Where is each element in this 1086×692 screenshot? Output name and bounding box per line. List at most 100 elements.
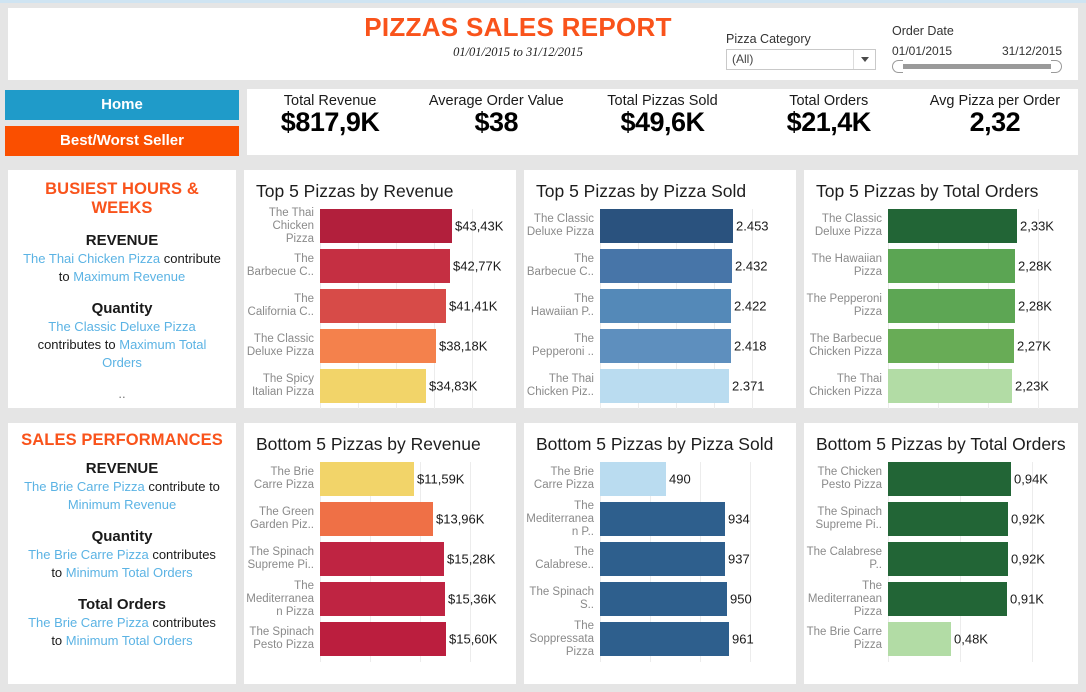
chevron-down-icon[interactable] (853, 50, 875, 69)
bar-row[interactable]: The Calabrese.. 937 (524, 542, 796, 576)
bar-zone: $15,36K (320, 582, 516, 616)
bar-zone: $11,59K (320, 462, 516, 496)
bar[interactable] (888, 502, 1008, 536)
bar-zone: $34,83K (320, 369, 516, 403)
bar-category-label: The Calabrese P.. (806, 546, 882, 571)
bar[interactable] (320, 289, 446, 323)
bar-row[interactable]: The Chicken Pesto Pizza 0,94K (804, 462, 1078, 496)
bar[interactable] (320, 502, 433, 536)
bar-row[interactable]: The Thai Chicken Piz.. 2.371 (524, 369, 796, 403)
bar-row[interactable]: The Spinach Supreme Pi.. 0,92K (804, 502, 1078, 536)
bar[interactable] (600, 209, 733, 243)
bar-row[interactable]: The Mediterranean Pizza 0,91K (804, 579, 1078, 618)
bar-category-label: The Classic Deluxe Pizza (246, 333, 314, 358)
bar-row[interactable]: The Classic Deluxe Pizza $38,18K (244, 329, 516, 363)
bar-row[interactable]: The Spinach Supreme Pi.. $15,28K (244, 542, 516, 576)
bar[interactable] (320, 369, 426, 403)
bar-zone: $15,60K (320, 622, 516, 656)
sales-revenue-item: The Brie Carre Pizza (24, 479, 145, 494)
bar-row[interactable]: The Pepperoni .. 2.418 (524, 329, 796, 363)
bar[interactable] (600, 462, 666, 496)
bar-category-label: The Mediterranean Pizza (807, 579, 882, 618)
bar-row[interactable]: The Brie Carre Pizza 0,48K (804, 622, 1078, 656)
bar-category-label: The Soppressata Pizza (529, 619, 594, 658)
bar-value-label: $15,28K (447, 551, 496, 567)
bar-category-label: The Thai Chicken Pizza (268, 206, 314, 245)
slider-handle-right[interactable] (1051, 60, 1062, 73)
bar[interactable] (600, 329, 731, 363)
bar-category-label: The Chicken Pesto Pizza (817, 466, 882, 491)
bar-category-label: The Pepperoni Pizza (806, 293, 882, 318)
bar-row[interactable]: The Hawaiian Pizza 2,28K (804, 249, 1078, 283)
bar-row[interactable]: The Barbecue C.. $42,77K (244, 249, 516, 283)
bar-category-label: The Barbecue Chicken Pizza (809, 333, 882, 358)
bar-row[interactable]: The Barbecue Chicken Pizza 2,27K (804, 329, 1078, 363)
bar-row[interactable]: The California C.. $41,41K (244, 289, 516, 323)
bar[interactable] (320, 462, 414, 496)
bar[interactable] (888, 329, 1014, 363)
bar[interactable] (600, 289, 731, 323)
bar-row[interactable]: The Calabrese P.. 0,92K (804, 542, 1078, 576)
bar-rows: The Chicken Pesto Pizza 0,94K The Spinach … (804, 462, 1078, 662)
bar[interactable] (600, 249, 732, 283)
bar[interactable] (888, 542, 1008, 576)
bar-row[interactable]: The Brie Carre Pizza 490 (524, 462, 796, 496)
pizza-category-value: (All) (732, 52, 754, 66)
bar-row[interactable]: The Thai Chicken Pizza $43,43K (244, 206, 516, 245)
bar-category-label: The Barbecue C.. (246, 253, 314, 278)
bar-row[interactable]: The Mediterranean P.. 934 (524, 500, 796, 538)
kpi-value: $817,9K (280, 107, 380, 137)
bar[interactable] (888, 289, 1015, 323)
bar[interactable] (888, 622, 951, 656)
bar-row[interactable]: The Classic Deluxe Pizza 2.453 (524, 209, 796, 243)
bar-zone: $38,18K (320, 329, 516, 363)
bar-zone: 2,33K (888, 209, 1078, 243)
bar[interactable] (888, 369, 1012, 403)
bar[interactable] (888, 249, 1015, 283)
nav-button-home[interactable]: Home (5, 90, 239, 120)
bar[interactable] (888, 462, 1011, 496)
busiest-heading: BUSIEST HOURS & WEEKS (45, 180, 199, 217)
bar-row[interactable]: The Pepperoni Pizza 2,28K (804, 289, 1078, 323)
bar-row[interactable]: The Barbecue C.. 2.432 (524, 249, 796, 283)
slider-track[interactable] (900, 64, 1054, 69)
pizza-category-select[interactable]: (All) (726, 49, 876, 70)
bar[interactable] (320, 209, 452, 243)
bar[interactable] (600, 622, 729, 656)
order-date-range-slider[interactable] (892, 60, 1062, 74)
bar-row[interactable]: The Classic Deluxe Pizza 2,33K (804, 209, 1078, 243)
bar-row[interactable]: The Green Garden Piz.. $13,96K (244, 502, 516, 536)
bar[interactable] (320, 329, 436, 363)
chart-card-bottom-pizzas-by-total-orders: Bottom 5 Pizzas by Total Orders The Chick… (804, 423, 1078, 684)
bar-row[interactable]: The Spicy Italian Pizza $34,83K (244, 369, 516, 403)
bar-row[interactable]: The Soppressata Pizza 961 (524, 619, 796, 658)
bar[interactable] (320, 249, 450, 283)
bar-value-label: 0,94K (1014, 471, 1048, 487)
bar[interactable] (888, 209, 1017, 243)
bar-value-label: $41,41K (449, 298, 498, 314)
bar[interactable] (600, 542, 725, 576)
bar[interactable] (600, 369, 729, 403)
bar[interactable] (888, 582, 1007, 616)
bar-row[interactable]: The Mediterranean Pizza $15,36K (244, 580, 516, 618)
chart-card-top-pizzas-by-pizza-sold: Top 5 Pizzas by Pizza Sold The Classic De… (524, 170, 796, 409)
sales-heading: SALES PERFORMANCES (21, 431, 223, 449)
bar[interactable] (600, 582, 727, 616)
bar-row[interactable]: The Spinach Pesto Pizza $15,60K (244, 622, 516, 656)
sales-quantity-label: Quantity (91, 528, 153, 545)
bar-row[interactable]: The Hawaiian P.. 2.422 (524, 289, 796, 323)
bar-row[interactable]: The Thai Chicken Pizza 2,23K (804, 369, 1078, 403)
bar[interactable] (600, 502, 725, 536)
nav-button-best-worst-seller[interactable]: Best/Worst Seller (5, 126, 239, 156)
bar[interactable] (320, 622, 446, 656)
bar[interactable] (320, 582, 445, 616)
bar[interactable] (320, 542, 444, 576)
page-title: PIZZAS SALES REPORT (364, 12, 672, 42)
slider-handle-left[interactable] (892, 60, 903, 73)
bar-rows: The Brie Carre Pizza 490 The Mediterranean… (524, 462, 796, 662)
bar-chart: The Brie Carre Pizza $11,59K The Green Gar… (244, 462, 516, 662)
kpi-card: Average Order Value $38 (413, 89, 579, 155)
bar-chart: The Classic Deluxe Pizza 2,33K The Hawaiia… (804, 209, 1078, 409)
bar-row[interactable]: The Spinach S.. 950 (524, 582, 796, 616)
bar-row[interactable]: The Brie Carre Pizza $11,59K (244, 462, 516, 496)
